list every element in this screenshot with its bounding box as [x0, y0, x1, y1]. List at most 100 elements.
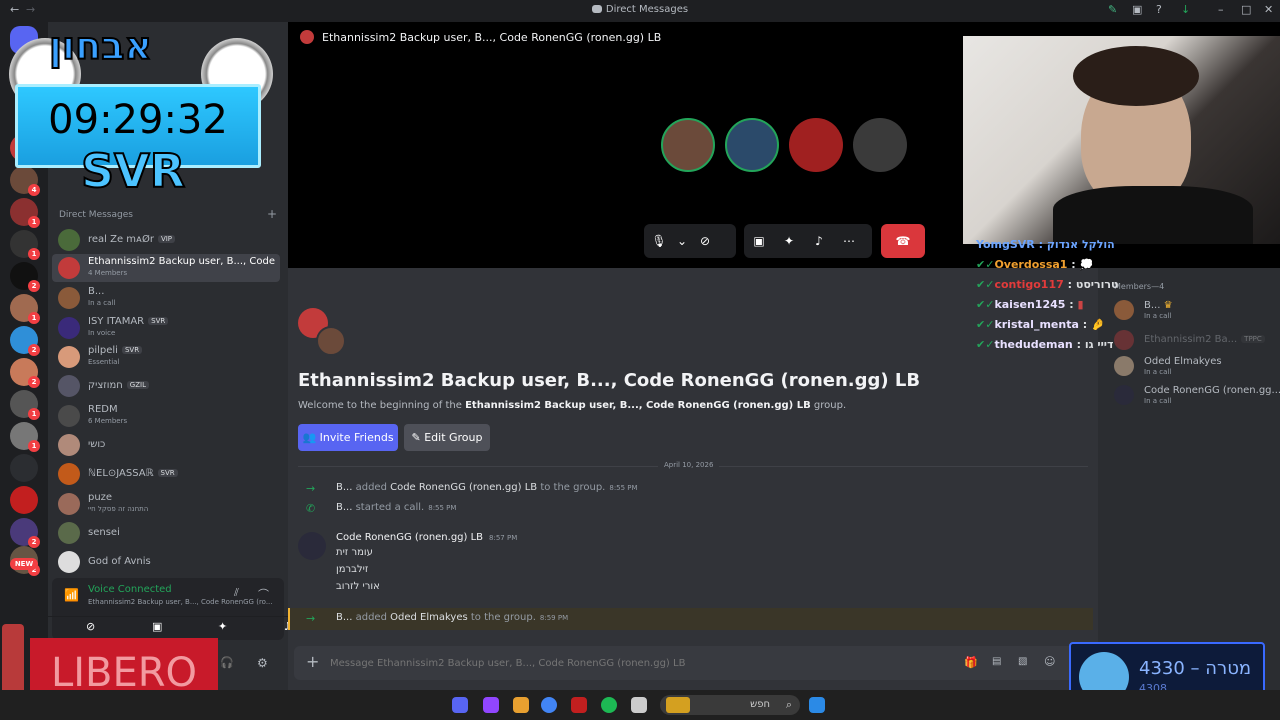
- dm-item[interactable]: ISY ITAMAR SVR In voice: [52, 314, 280, 342]
- nitro-icon[interactable]: ✎: [1108, 3, 1117, 16]
- member-item[interactable]: B... ♛ In a call: [1114, 300, 1274, 324]
- participant-avatar[interactable]: [661, 118, 715, 172]
- stream-chat-msg: 🤌: [1090, 318, 1105, 331]
- voice-channel[interactable]: Ethannissim2 Backup user, B..., Code Ron…: [88, 598, 273, 606]
- dm-item[interactable]: REDM 6 Members: [52, 402, 280, 430]
- event-actor[interactable]: B...: [336, 612, 352, 623]
- avatar: [58, 493, 80, 515]
- server-icon[interactable]: 2: [10, 358, 40, 388]
- help-icon[interactable]: ?: [1156, 3, 1162, 16]
- event-action: added: [355, 612, 387, 623]
- sticker-icon[interactable]: ▧: [1018, 656, 1027, 667]
- dm-item[interactable]: ℕEL⊙JASSAℝ SVR: [52, 460, 280, 488]
- avatar: [1114, 356, 1134, 376]
- stream-chat-line: ✔✓kristal_menta : 🤌: [976, 318, 1105, 331]
- member-item[interactable]: Code RonenGG (ronen.gg... In a call: [1114, 385, 1280, 409]
- stream-chat-user: kaisen1245: [994, 298, 1066, 311]
- discord-taskbar-icon[interactable]: [452, 697, 468, 713]
- dm-item[interactable]: כושי: [52, 431, 280, 459]
- server-icon[interactable]: 1: [10, 198, 40, 228]
- stream-chat-line: YomgSVR : הולקל אנדוק: [976, 238, 1115, 251]
- server-icon[interactable]: 1: [10, 422, 40, 452]
- activities-icon[interactable]: ✦: [774, 224, 804, 258]
- dm-tag: VIP: [157, 235, 176, 243]
- dm-item[interactable]: God of Avnis: [52, 548, 280, 576]
- member-name: Code RonenGG (ronen.gg...: [1144, 385, 1280, 396]
- camera-off-icon[interactable]: ⊘: [690, 224, 720, 258]
- server-icon[interactable]: 1: [10, 390, 40, 420]
- gift-icon[interactable]: 🎁: [964, 656, 978, 669]
- spotify-taskbar-icon[interactable]: [601, 697, 617, 713]
- dm-sub: In a call: [88, 299, 116, 307]
- message-author[interactable]: Code RonenGG (ronen.gg) LB: [336, 532, 483, 543]
- edit-group-button[interactable]: ✎ Edit Group: [404, 424, 490, 451]
- member-sub: In a call: [1144, 397, 1172, 405]
- dm-item[interactable]: puze התחנה זה פסקל חיי: [52, 490, 280, 518]
- download-icon[interactable]: ↓: [1181, 3, 1190, 16]
- message-avatar[interactable]: [298, 532, 326, 560]
- noise-suppression-icon[interactable]: ⫽: [234, 586, 239, 600]
- event-actor[interactable]: B...: [336, 482, 352, 493]
- dm-item[interactable]: B... In a call: [52, 284, 280, 312]
- dm-item[interactable]: sensei: [52, 519, 280, 547]
- twitch-taskbar-icon[interactable]: [483, 697, 499, 713]
- close-icon[interactable]: ✕: [1264, 3, 1273, 16]
- app-taskbar-icon[interactable]: [513, 697, 529, 713]
- windows-start-icon[interactable]: [809, 697, 825, 713]
- gif-icon[interactable]: ▤: [992, 656, 1001, 667]
- streamer-hair: [1073, 46, 1199, 106]
- files-taskbar-icon[interactable]: [631, 697, 647, 713]
- attach-icon[interactable]: +: [306, 652, 319, 671]
- dm-name: puze: [88, 492, 113, 503]
- leave-call-button[interactable]: ☎: [881, 224, 925, 258]
- dm-item[interactable]: pilpeli SVR Essential: [52, 343, 280, 371]
- avatar: [58, 257, 80, 279]
- taskbar-search[interactable]: חפש ⌕: [660, 695, 800, 715]
- dm-item[interactable]: חמוזציק GZIL: [52, 372, 280, 400]
- participant-avatar[interactable]: [853, 118, 907, 172]
- participant-avatar[interactable]: [789, 118, 843, 172]
- event-actor[interactable]: B...: [336, 502, 352, 513]
- settings-icon[interactable]: ⚙: [257, 656, 268, 670]
- server-icon[interactable]: 1: [10, 294, 40, 324]
- member-item[interactable]: Ethannissim2 Ba... TPPC: [1114, 330, 1274, 354]
- avatar: [58, 229, 80, 251]
- invite-friends-button[interactable]: 👥 Invite Friends: [298, 424, 398, 451]
- avatar: [1114, 385, 1134, 405]
- soundboard-icon[interactable]: ♪: [804, 224, 834, 258]
- event-target[interactable]: Code RonenGG (ronen.gg) LB: [390, 482, 537, 493]
- server-icon[interactable]: 2: [10, 518, 40, 548]
- server-icon[interactable]: [10, 486, 38, 514]
- server-icon[interactable]: [10, 454, 38, 482]
- welcome-text: Welcome to the beginning of the Ethannis…: [298, 400, 846, 411]
- stream-chat: YomgSVR : הולקל אנדוק ✔✓Overdossa1 : 💭 ✔…: [976, 238, 1119, 354]
- server-icon[interactable]: 2: [10, 262, 40, 292]
- participant-avatar[interactable]: [725, 118, 779, 172]
- window-title-text: Direct Messages: [605, 4, 689, 15]
- app-taskbar-icon[interactable]: [571, 697, 587, 713]
- chrome-taskbar-icon[interactable]: [541, 697, 557, 713]
- maximize-icon[interactable]: □: [1241, 3, 1251, 16]
- dm-item-active[interactable]: Ethannissim2 Backup user, B..., Code Ro.…: [52, 254, 280, 282]
- headphones-icon[interactable]: 🎧: [220, 656, 234, 669]
- event-target[interactable]: Oded Elmakyes: [390, 612, 468, 623]
- emoji-icon[interactable]: ☺: [1044, 655, 1055, 668]
- dm-item[interactable]: real Ze mᴀØr VIP: [52, 226, 280, 254]
- more-icon[interactable]: ⋯: [834, 224, 864, 258]
- chevron-down-icon[interactable]: ⌄: [674, 224, 690, 258]
- divider: [48, 616, 288, 617]
- event-rest: to the group.: [470, 612, 536, 623]
- server-icon[interactable]: 2: [10, 326, 40, 356]
- server-icon[interactable]: 1: [10, 230, 40, 260]
- message-input[interactable]: [330, 654, 930, 672]
- minimize-icon[interactable]: –: [1218, 3, 1224, 16]
- member-item[interactable]: Oded Elmakyes In a call: [1114, 356, 1274, 380]
- server-badge: 2: [28, 376, 40, 388]
- add-dm-icon[interactable]: +: [267, 207, 277, 221]
- microphone-icon[interactable]: 🎙: [644, 224, 674, 258]
- disconnect-icon[interactable]: ⌒: [258, 586, 269, 602]
- screenshare-icon[interactable]: ▣: [744, 224, 774, 258]
- stream-chat-user: contigo117: [994, 278, 1064, 291]
- inbox-icon[interactable]: ▣: [1132, 3, 1142, 16]
- avatar: [58, 522, 80, 544]
